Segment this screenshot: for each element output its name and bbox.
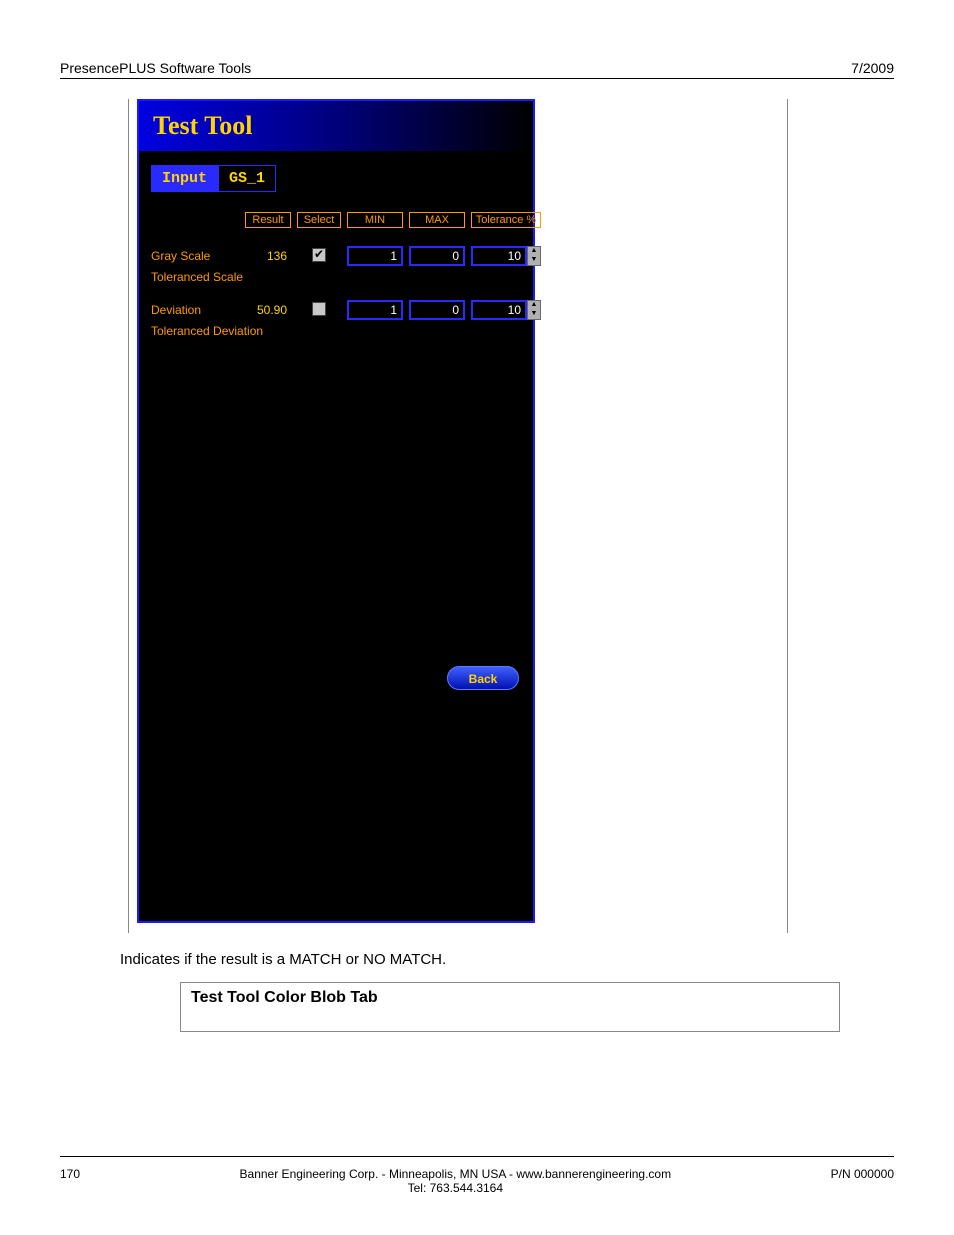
deviation-label: Deviation [151, 303, 239, 317]
tab-strip: Input GS_1 [151, 165, 521, 192]
page-number: 170 [60, 1167, 80, 1195]
deviation-min-input[interactable]: 1 [347, 300, 403, 320]
column-headers: Result Select MIN MAX Tolerance % [151, 212, 521, 228]
grayscale-result: 136 [245, 249, 291, 263]
deviation-sublabel: Toleranced Deviation [151, 324, 521, 338]
footer-line2: Tel: 763.544.3164 [80, 1181, 831, 1195]
deviation-tolerance-stepper[interactable]: 10 ▲▼ [471, 300, 541, 320]
col-result: Result [245, 212, 291, 228]
footer-partnum: P/N 000000 [831, 1167, 894, 1195]
grayscale-select-checkbox[interactable] [312, 248, 326, 262]
tab-gs1[interactable]: GS_1 [218, 165, 276, 192]
grayscale-max-input[interactable]: 0 [409, 246, 465, 266]
header-left: PresencePLUS Software Tools [60, 60, 251, 76]
panel-title: Test Tool [139, 101, 533, 151]
stepper-arrows-icon[interactable]: ▲▼ [527, 246, 541, 266]
test-tool-panel: Test Tool Input GS_1 Result Select MIN M… [137, 99, 535, 923]
col-min: MIN [347, 212, 403, 228]
col-tolerance: Tolerance % [471, 212, 541, 228]
grayscale-row: Gray Scale 136 1 0 10 ▲▼ [151, 246, 521, 266]
back-button[interactable]: Back [447, 666, 519, 690]
section-box: Test Tool Color Blob Tab [180, 982, 840, 1032]
page-footer: 170 Banner Engineering Corp. - Minneapol… [60, 1167, 894, 1195]
deviation-max-input[interactable]: 0 [409, 300, 465, 320]
deviation-select-checkbox[interactable] [312, 302, 326, 316]
figure-container: Test Tool Input GS_1 Result Select MIN M… [128, 99, 788, 933]
grayscale-min-input[interactable]: 1 [347, 246, 403, 266]
deviation-result: 50.90 [245, 303, 291, 317]
footer-line1: Banner Engineering Corp. - Minneapolis, … [80, 1167, 831, 1181]
col-max: MAX [409, 212, 465, 228]
stepper-arrows-icon[interactable]: ▲▼ [527, 300, 541, 320]
deviation-row: Deviation 50.90 1 0 10 ▲▼ [151, 300, 521, 320]
grayscale-label: Gray Scale [151, 249, 239, 263]
grayscale-tolerance-stepper[interactable]: 10 ▲▼ [471, 246, 541, 266]
deviation-tolerance-value[interactable]: 10 [471, 300, 527, 320]
col-select: Select [297, 212, 341, 228]
header-right: 7/2009 [851, 60, 894, 76]
figure-caption: Indicates if the result is a MATCH or NO… [120, 951, 894, 968]
tab-input[interactable]: Input [151, 165, 218, 192]
section-title: Test Tool Color Blob Tab [191, 989, 829, 1007]
grayscale-tolerance-value[interactable]: 10 [471, 246, 527, 266]
grayscale-sublabel: Toleranced Scale [151, 270, 521, 284]
